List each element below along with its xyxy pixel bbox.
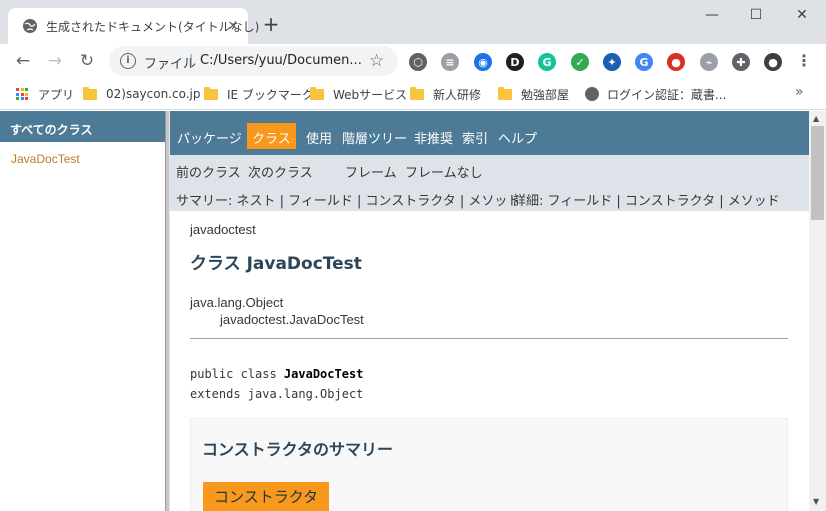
signature-class-name: JavaDocTest (283, 367, 364, 381)
puzzle-extension-icon[interactable]: ✚ (732, 53, 750, 71)
tab-strip: 生成されたドキュメント(タイトルなし) ✕ + — ☐ ✕ (0, 0, 826, 44)
class-signature: public class JavaDocTest (190, 367, 363, 381)
translate-extension-icon[interactable]: G (635, 53, 653, 71)
bookmark-login-auth[interactable]: ログイン認証：蔵書... (585, 85, 726, 103)
folder-icon (204, 86, 218, 100)
apps-grid-icon (16, 88, 28, 100)
reload-icon[interactable]: ↻ (75, 49, 99, 73)
cube-extension-icon[interactable]: ⬡ (409, 53, 427, 71)
menu-kebab-icon[interactable]: ⋮ (796, 51, 812, 70)
folder-icon (83, 86, 97, 100)
new-tab-button[interactable]: + (259, 12, 283, 36)
bookmark-label: 勉強部屋 (521, 87, 570, 102)
extends-clause: extends java.lang.Object (190, 387, 364, 401)
shield-extension-icon[interactable]: ✓ (571, 53, 589, 71)
notes-extension-icon[interactable]: ≡ (441, 53, 459, 71)
close-tab-icon[interactable]: ✕ (224, 17, 242, 35)
bookmark-star-icon[interactable]: ☆ (369, 51, 384, 71)
red-extension-icon[interactable]: ● (667, 53, 685, 71)
nav-deprecated[interactable]: 非推奨 (409, 123, 458, 149)
constructor-summary-section: コンストラクタのサマリー コンストラクタ (190, 418, 788, 511)
bookmark-web-services[interactable]: Webサービス (310, 85, 407, 103)
bookmark-label: Webサービス (333, 87, 408, 102)
dictionary-extension-icon[interactable]: D (506, 53, 524, 71)
frames-link[interactable]: フレーム (345, 162, 397, 181)
nav-tree[interactable]: 階層ツリー (337, 123, 412, 149)
constructor-table-caption: コンストラクタ (203, 482, 330, 511)
browser-toolbar: ← → ↻ i ファイル | C:/Users/yuu/Documen... ☆… (0, 44, 826, 78)
bookmark-label: 新人研修 (433, 87, 482, 102)
scroll-up-arrow-icon[interactable]: ▲ (813, 114, 819, 123)
bookmarks-bar: アプリ 02)saycon.co.jp IE ブックマーク Webサービス 新人… (0, 78, 826, 110)
minimize-window-button[interactable]: — (697, 4, 727, 26)
prev-class-link[interactable]: 前のクラス (176, 162, 241, 181)
bookmarks-overflow-chevron-icon[interactable]: » (795, 84, 804, 100)
url-text[interactable]: C:/Users/yuu/Documen... (200, 53, 362, 68)
nav-index[interactable]: 索引 (457, 123, 493, 149)
profile-avatar-icon[interactable]: ● (764, 53, 782, 71)
forward-arrow-icon[interactable]: → (43, 49, 67, 73)
divider (190, 338, 788, 339)
nav-package[interactable]: パッケージ (172, 123, 247, 149)
info-icon[interactable]: i (120, 53, 136, 69)
back-arrow-icon[interactable]: ← (11, 49, 35, 73)
maximize-window-button[interactable]: ☐ (741, 4, 771, 26)
constructor-summary-heading: コンストラクタのサマリー (202, 440, 394, 459)
address-bar[interactable]: i ファイル | C:/Users/yuu/Documen... ☆ (109, 46, 398, 76)
globe-icon (585, 87, 599, 101)
bookmark-label: ログイン認証：蔵書... (607, 87, 727, 102)
bookmark-saycon[interactable]: 02)saycon.co.jp (83, 85, 201, 103)
scroll-thumb[interactable] (811, 126, 824, 220)
browser-tab[interactable]: 生成されたドキュメント(タイトルなし) ✕ (8, 8, 259, 44)
folder-icon (310, 86, 324, 100)
top-navbar: パッケージ クラス 使用 階層ツリー 非推奨 索引 ヘルプ (170, 111, 809, 155)
network-extension-icon[interactable]: ✦ (603, 53, 621, 71)
nav-class-active: クラス (247, 123, 296, 149)
page-title: クラス JavaDocTest (190, 254, 362, 274)
sub-navbar: 前のクラス 次のクラス フレーム フレームなし サマリー: ネスト | フィール… (170, 155, 809, 211)
all-classes-heading: すべてのクラス (0, 111, 165, 142)
page-viewport: すべてのクラス JavaDocTest パッケージ クラス 使用 階層ツリー 非… (0, 111, 826, 511)
summary-links[interactable]: サマリー: ネスト | フィールド | コンストラクタ | メソッド (176, 190, 520, 209)
all-classes-frame: すべてのクラス JavaDocTest (0, 111, 165, 511)
bookmark-study-room[interactable]: 勉強部屋 (498, 85, 569, 103)
bookmark-label: 02)saycon.co.jp (106, 87, 201, 101)
bookmark-label: IE ブックマーク (227, 87, 314, 102)
next-class-link[interactable]: 次のクラス (248, 162, 313, 181)
vertical-scrollbar[interactable]: ▲ ▼ (809, 111, 826, 511)
inheritance-parent: java.lang.Object (190, 295, 284, 310)
bookmark-new-hire-training[interactable]: 新人研修 (410, 85, 481, 103)
omnibox-separator: | (189, 53, 194, 68)
no-frames-link[interactable]: フレームなし (405, 162, 483, 181)
nav-help[interactable]: ヘルプ (493, 123, 542, 149)
folder-icon (410, 86, 424, 100)
close-window-button[interactable]: ✕ (787, 4, 817, 26)
compass-extension-icon[interactable]: ◉ (474, 53, 492, 71)
class-link-javadoctest[interactable]: JavaDocTest (11, 152, 80, 166)
bookmark-apps[interactable]: アプリ (16, 85, 74, 103)
inheritance-child: javadoctest.JavaDocTest (220, 312, 364, 327)
package-label: javadoctest (190, 222, 256, 237)
detail-links[interactable]: 詳細: フィールド | コンストラクタ | メソッド (513, 190, 780, 209)
grammarly-extension-icon[interactable]: G (538, 53, 556, 71)
scroll-down-arrow-icon[interactable]: ▼ (813, 497, 819, 506)
globe-favicon-icon (23, 19, 37, 33)
bookmark-label: アプリ (38, 87, 75, 102)
folder-icon (498, 86, 512, 100)
signature-prefix: public class (190, 367, 284, 381)
class-frame: パッケージ クラス 使用 階層ツリー 非推奨 索引 ヘルプ 前のクラス 次のクラ… (170, 111, 809, 511)
nav-use[interactable]: 使用 (301, 123, 337, 149)
bookmark-ie-bookmarks[interactable]: IE ブックマーク (204, 85, 314, 103)
pdf-extension-icon[interactable]: ⌁ (700, 53, 718, 71)
